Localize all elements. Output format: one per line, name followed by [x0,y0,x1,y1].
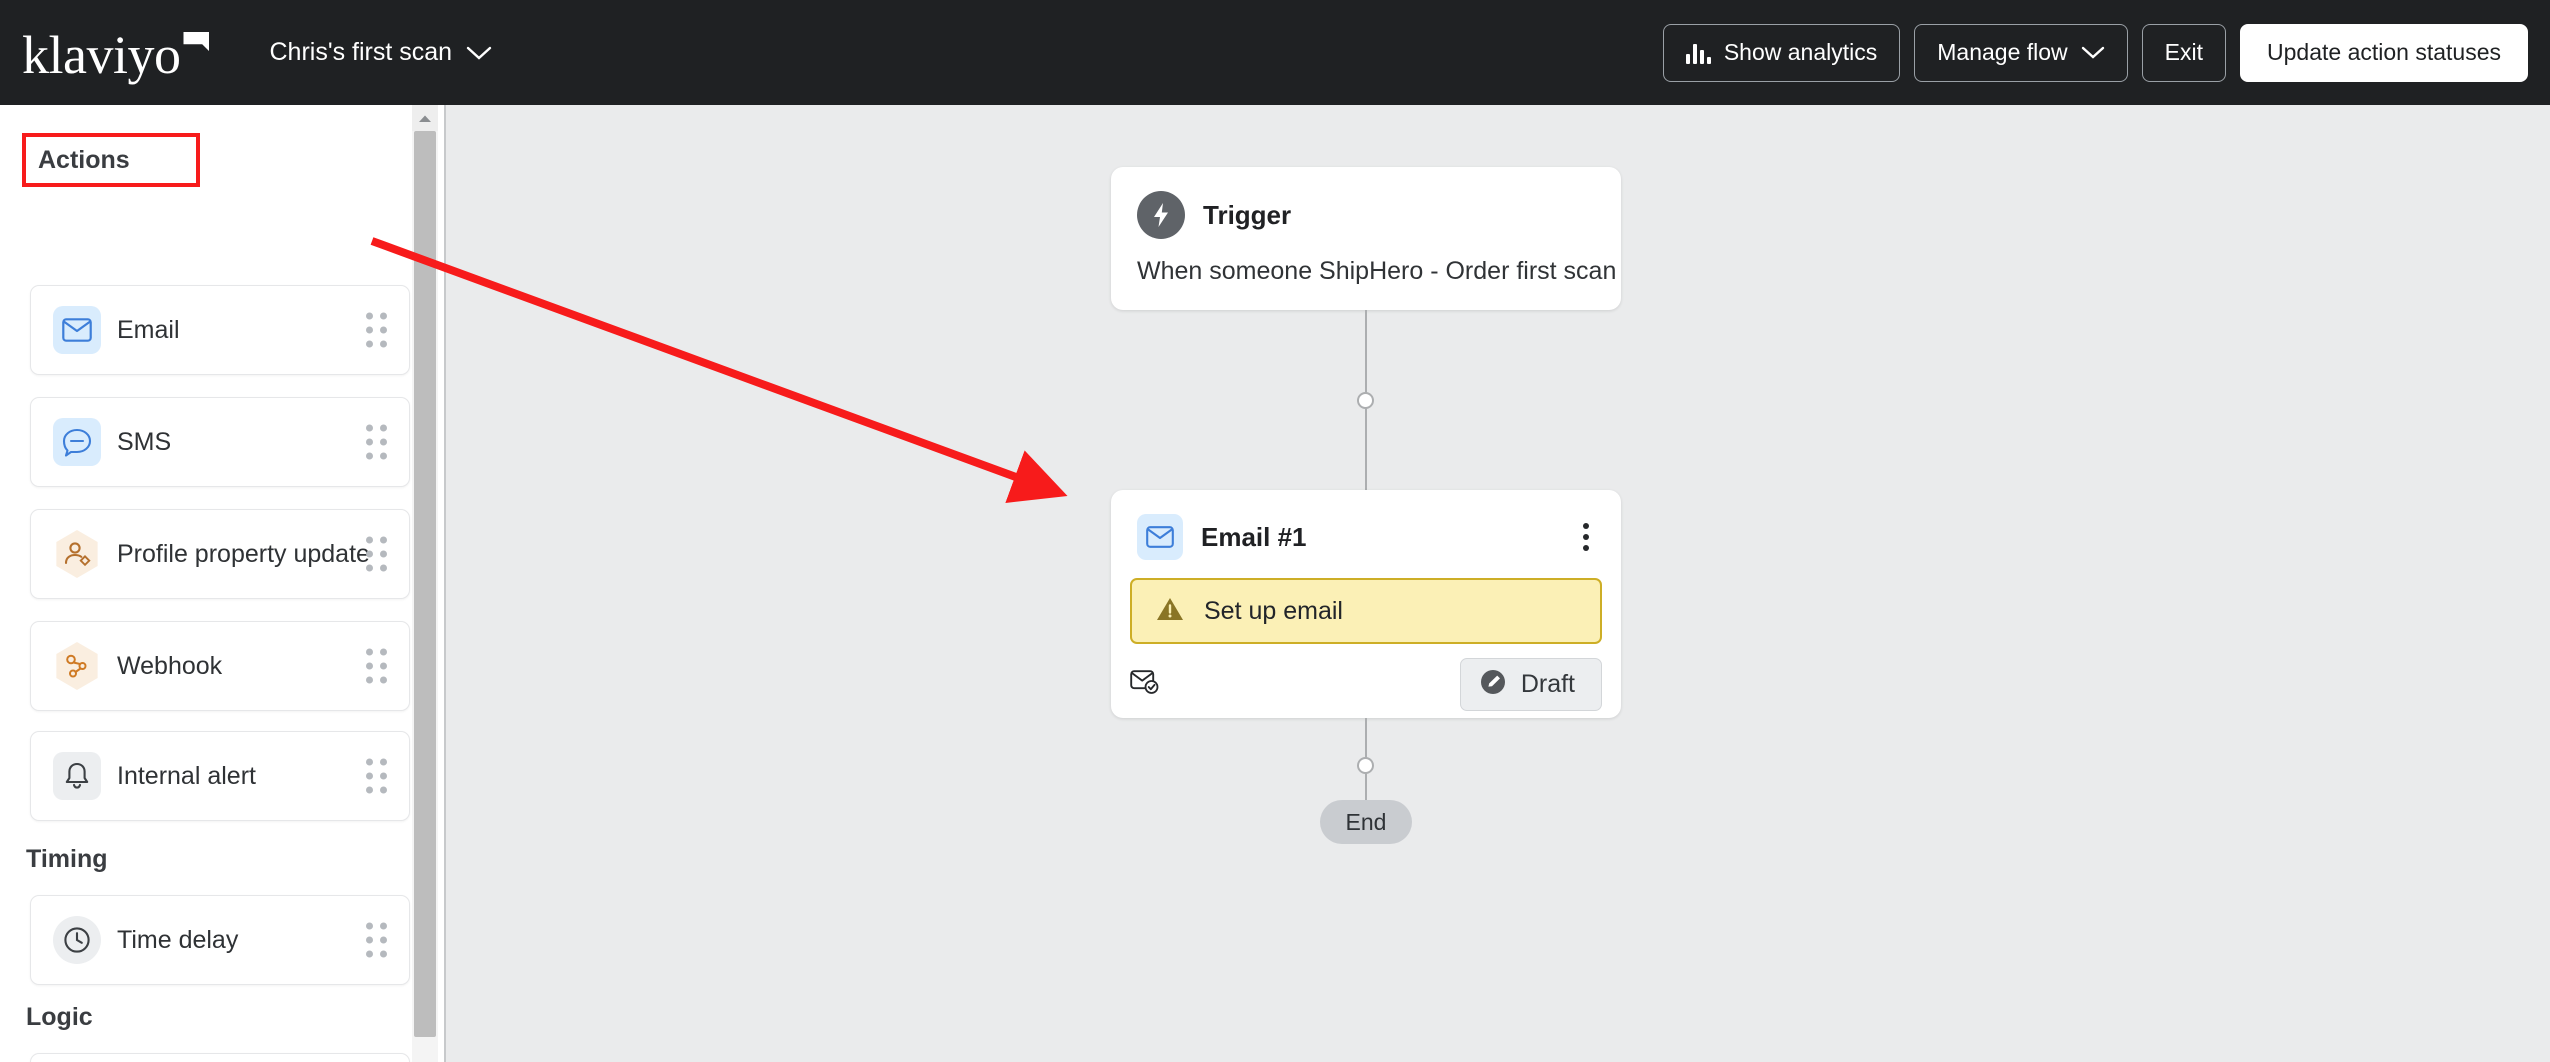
scroll-up-arrow-icon[interactable] [412,105,438,131]
top-bar-actions: Show analytics Manage flow Exit Update a… [1662,23,2528,82]
warning-label: Set up email [1204,596,1343,625]
chevron-down-icon [2081,45,2105,60]
sidebar-scrollbar-thumb[interactable] [414,131,436,1037]
analytics-bar-chart-icon [1685,42,1711,64]
set-up-email-warning[interactable]: Set up email [1130,578,1602,644]
sidebar-item-label: SMS [117,427,172,456]
bell-icon [53,752,101,800]
trigger-node-header: Trigger [1111,167,1621,239]
sidebar-item-label: Time delay [117,925,239,954]
kebab-menu-icon[interactable] [1577,517,1595,557]
show-analytics-button[interactable]: Show analytics [1662,23,1901,82]
chat-bubble-icon [53,418,101,466]
actions-sidebar: Actions Email SMS Profile property updat… [0,105,445,1062]
person-update-icon [56,530,98,578]
status-badge[interactable]: Draft [1459,658,1602,711]
chevron-down-icon [466,45,492,61]
update-action-statuses-button[interactable]: Update action statuses [2240,23,2528,82]
update-action-statuses-label: Update action statuses [2267,39,2501,65]
drag-handle-icon[interactable] [366,536,387,572]
drag-handle-icon[interactable] [366,648,387,684]
sidebar-item-label: Webhook [117,651,223,680]
flow-name-dropdown[interactable]: Chris's first scan [269,38,492,67]
flow-builder-page: klaviyo Chris's first scan Show analytic… [0,0,2550,1062]
logo-wordmark: klaviyo [22,24,181,85]
webhook-icon [56,642,98,690]
flow-name-label: Chris's first scan [269,38,453,66]
connector-add-dot[interactable] [1357,392,1374,409]
sidebar-item-label: Internal alert [117,761,256,790]
connector-add-dot[interactable] [1357,757,1374,774]
envelope-icon [53,306,101,354]
manage-flow-label: Manage flow [1937,39,2068,65]
envelope-icon [1137,514,1183,560]
sidebar-group-title-actions: Actions [22,133,200,187]
end-node[interactable]: End [1320,800,1412,844]
sidebar-item-label: Email [117,315,180,344]
sidebar-item-profile-property-update[interactable]: Profile property update [30,509,410,599]
trigger-description: When someone ShipHero - Order first scan [1137,257,1617,285]
email-node-header: Email #1 [1111,490,1621,560]
lightning-bolt-icon [1137,191,1185,239]
logo-flag-icon [183,31,210,52]
envelope-check-icon [1130,669,1160,700]
sidebar-item-label: Profile property update [117,539,370,568]
drag-handle-icon[interactable] [366,922,387,958]
status-label: Draft [1520,670,1575,698]
sidebar-item-internal-alert[interactable]: Internal alert [30,731,410,821]
drag-handle-icon[interactable] [366,424,387,460]
manage-flow-button[interactable]: Manage flow [1914,23,2128,82]
top-navigation-bar: klaviyo Chris's first scan Show analytic… [0,0,2550,105]
sidebar-group-title-logic: Logic [26,1003,93,1031]
trigger-node[interactable]: Trigger When someone ShipHero - Order fi… [1111,167,1621,310]
exit-label: Exit [2164,39,2204,65]
email-node[interactable]: Email #1 Set up email Draft [1111,490,1621,718]
sidebar-item-time-delay[interactable]: Time delay [30,895,410,985]
sidebar-item-conditional-split[interactable]: Conditional split [30,1053,410,1062]
email-node-footer: Draft [1111,644,1621,711]
drag-handle-icon[interactable] [366,758,387,794]
clock-icon [53,916,101,964]
sidebar-item-webhook[interactable]: Webhook [30,621,410,711]
exit-button[interactable]: Exit [2141,23,2227,82]
warning-triangle-icon [1156,596,1184,627]
email-node-title: Email #1 [1201,521,1307,552]
sidebar-item-sms[interactable]: SMS [30,397,410,487]
pencil-icon [1479,668,1507,701]
klaviyo-logo[interactable]: klaviyo [22,24,210,85]
show-analytics-label: Show analytics [1723,39,1878,65]
drag-handle-icon[interactable] [366,312,387,348]
sidebar-group-title-timing: Timing [26,845,108,873]
trigger-title: Trigger [1203,199,1292,230]
flow-canvas[interactable]: Trigger When someone ShipHero - Order fi… [446,105,2550,1062]
sidebar-item-email[interactable]: Email [30,285,410,375]
